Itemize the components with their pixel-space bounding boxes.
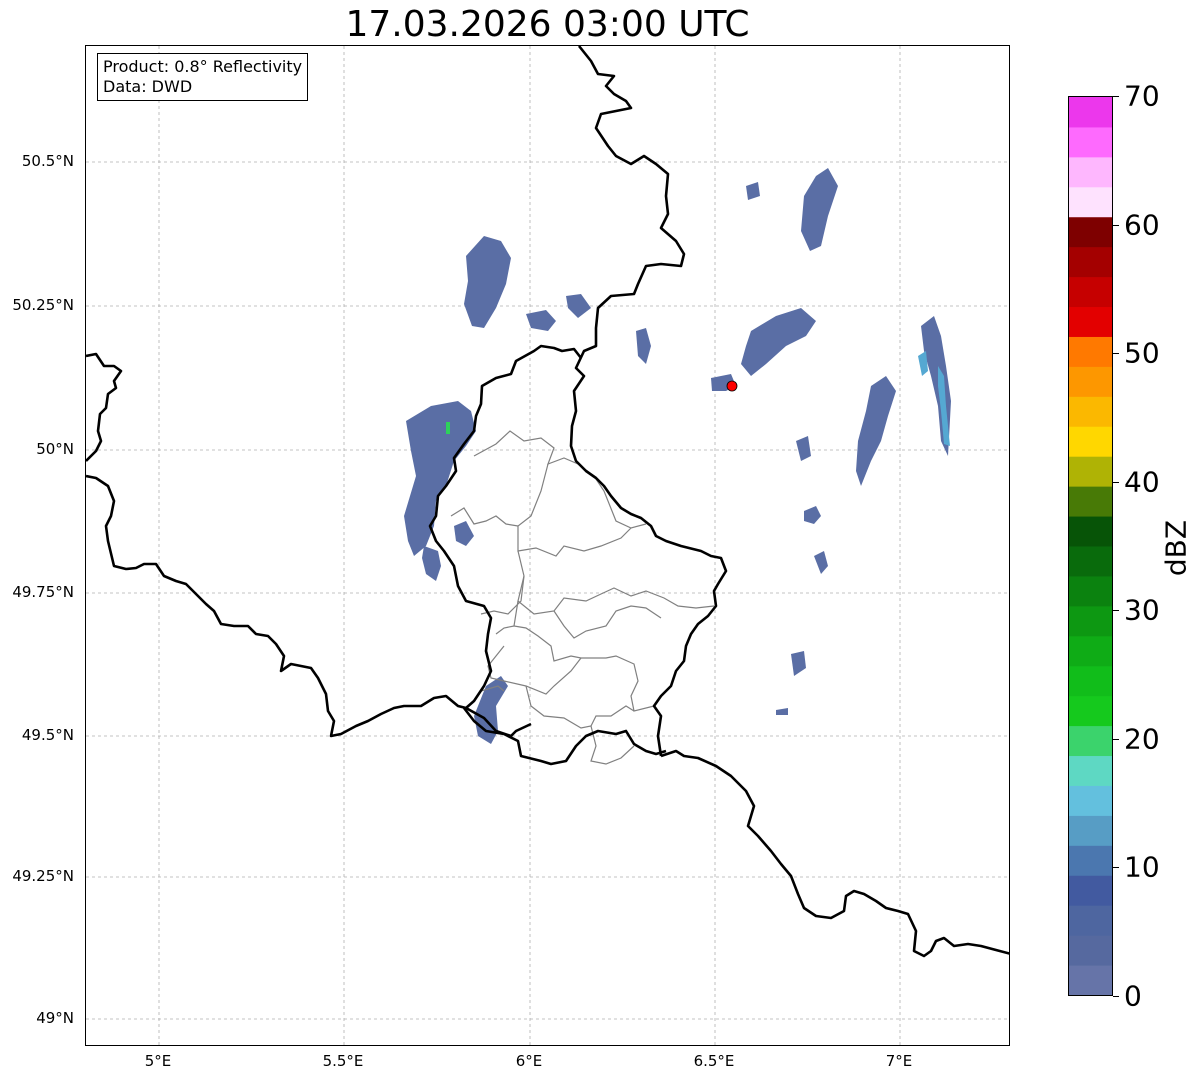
colorbar-band (1069, 935, 1112, 966)
admin-border-5 (480, 575, 525, 615)
echo-small-8 (776, 708, 788, 715)
radar-echoes (404, 168, 951, 744)
border-germany-west (569, 46, 728, 757)
colorbar-band (1069, 605, 1112, 637)
product-label: Product: 0.8° Reflectivity (103, 57, 303, 76)
colorbar-tick-label: 50 (1124, 336, 1160, 370)
colorbar-tick-label: 20 (1124, 722, 1160, 756)
echo-cluster-east-radar (741, 308, 816, 376)
colorbar-band (1069, 186, 1112, 218)
colorbar-tick-label: 10 (1124, 850, 1160, 884)
colorbar-band (1069, 875, 1112, 906)
colorbar-band (1069, 635, 1112, 667)
colorbar-tickmark (1113, 867, 1119, 868)
admin-border-7 (553, 605, 662, 639)
colorbar-tick-label: 70 (1124, 79, 1160, 113)
y-tick-label: 49.5°N (21, 726, 74, 744)
y-tick-label: 50.5°N (21, 152, 74, 170)
echo-small-5 (804, 506, 821, 524)
echo-small-2 (566, 294, 591, 318)
colorbar-band (1069, 276, 1112, 308)
colorbar-band (1069, 336, 1112, 367)
map-panel (85, 45, 1010, 1046)
colorbar (1068, 96, 1113, 996)
echo-cluster-east (856, 376, 896, 486)
colorbar-band (1069, 665, 1112, 697)
colorbar-tickmark (1113, 996, 1119, 997)
echo-small-9 (796, 436, 811, 461)
echo-small-3 (636, 328, 651, 364)
echo-small-6 (791, 651, 806, 676)
y-tick-label: 49.25°N (12, 867, 74, 885)
echo-cluster-north-east (801, 168, 838, 251)
x-tick-label: 5.5°E (322, 1052, 364, 1070)
admin-border-6 (513, 600, 655, 712)
y-tick-label: 49°N (36, 1009, 74, 1027)
map-canvas (86, 46, 1009, 1045)
colorbar-band (1069, 546, 1112, 577)
colorbar-band (1069, 965, 1112, 995)
admin-border-1 (473, 430, 647, 529)
admin-border-8 (495, 625, 515, 635)
colorbar-band (1069, 456, 1112, 487)
colorbar-tickmark (1113, 353, 1119, 354)
colorbar-tickmark (1113, 225, 1119, 226)
echo-cluster-north-west (464, 236, 511, 328)
colorbar-gradient (1069, 97, 1112, 995)
colorbar-band (1069, 486, 1112, 517)
border-belgium-netherlands-west (86, 352, 123, 462)
colorbar-tick-label: 40 (1124, 465, 1160, 499)
x-tick-label: 5°E (144, 1052, 172, 1070)
border-luxembourg-belgium (428, 344, 583, 709)
colorbar-band (1069, 845, 1112, 876)
data-source-label: Data: DWD (103, 77, 193, 96)
echo-green-speck (446, 422, 450, 434)
colorbar-band (1069, 516, 1112, 547)
border-belgium-france (86, 474, 532, 738)
echo-cluster-west-south (422, 546, 441, 581)
radar-site-marker (726, 380, 738, 392)
admin-border-2 (517, 463, 632, 557)
colorbar-band (1069, 396, 1112, 427)
colorbar-band (1069, 306, 1112, 337)
colorbar-label: dBZ (1159, 519, 1193, 577)
colorbar-band (1069, 815, 1112, 846)
x-tick-label: 6°E (515, 1052, 543, 1070)
y-tick-label: 49.75°N (12, 583, 74, 601)
colorbar-tickmark (1113, 739, 1119, 740)
x-tick-label: 7°E (885, 1052, 913, 1070)
colorbar-band (1069, 126, 1112, 158)
colorbar-band (1069, 725, 1112, 757)
echo-cluster-mid-lux (454, 521, 474, 546)
colorbar-band (1069, 246, 1112, 278)
echo-small-1 (526, 310, 556, 331)
admin-border-3 (517, 550, 715, 615)
x-tick-label: 6.5°E (693, 1052, 735, 1070)
colorbar-band (1069, 695, 1112, 727)
y-tick-label: 50°N (36, 440, 74, 458)
colorbar-tick-label: 60 (1124, 208, 1160, 242)
colorbar-tickmark (1113, 482, 1119, 483)
colorbar-band (1069, 905, 1112, 936)
colorbar-band (1069, 575, 1112, 607)
colorbar-tickmark (1113, 96, 1119, 97)
colorbar-band (1069, 785, 1112, 816)
border-germany-france-south (660, 749, 1009, 958)
colorbar-tickmark (1113, 610, 1119, 611)
colorbar-band (1069, 216, 1112, 248)
product-info-box: Product: 0.8° Reflectivity Data: DWD (97, 53, 309, 101)
gridlines (86, 46, 1009, 1045)
colorbar-tick-label: 0 (1124, 979, 1142, 1013)
colorbar-band (1069, 156, 1112, 188)
colorbar-band (1069, 97, 1112, 128)
echo-small-4 (746, 182, 760, 200)
map-title: 17.03.2026 03:00 UTC (345, 4, 750, 45)
colorbar-tick-label: 30 (1124, 593, 1160, 627)
echo-small-7 (814, 551, 828, 574)
colorbar-band (1069, 366, 1112, 397)
colorbar-band (1069, 755, 1112, 786)
y-tick-label: 50.25°N (12, 296, 74, 314)
colorbar-band (1069, 426, 1112, 457)
country-borders (86, 46, 1009, 958)
